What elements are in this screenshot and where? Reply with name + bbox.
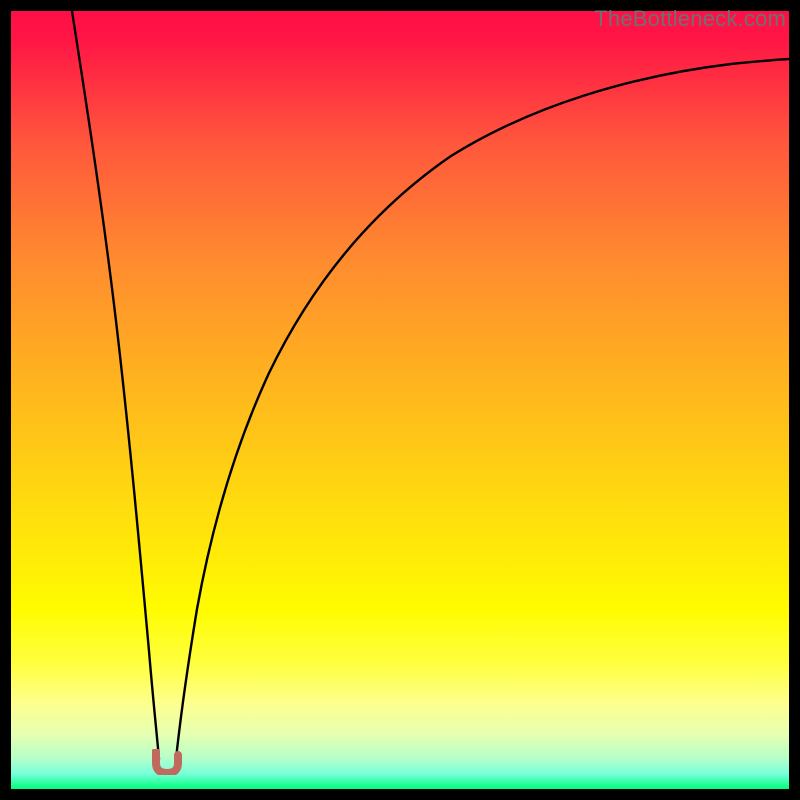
- plot-area: [11, 11, 789, 789]
- right-branch-curve: [176, 59, 789, 759]
- watermark-label: TheBottleneck.com: [594, 6, 786, 32]
- u-notch-marker: [152, 749, 182, 775]
- curve-layer: [11, 11, 789, 789]
- left-branch-curve: [72, 11, 159, 759]
